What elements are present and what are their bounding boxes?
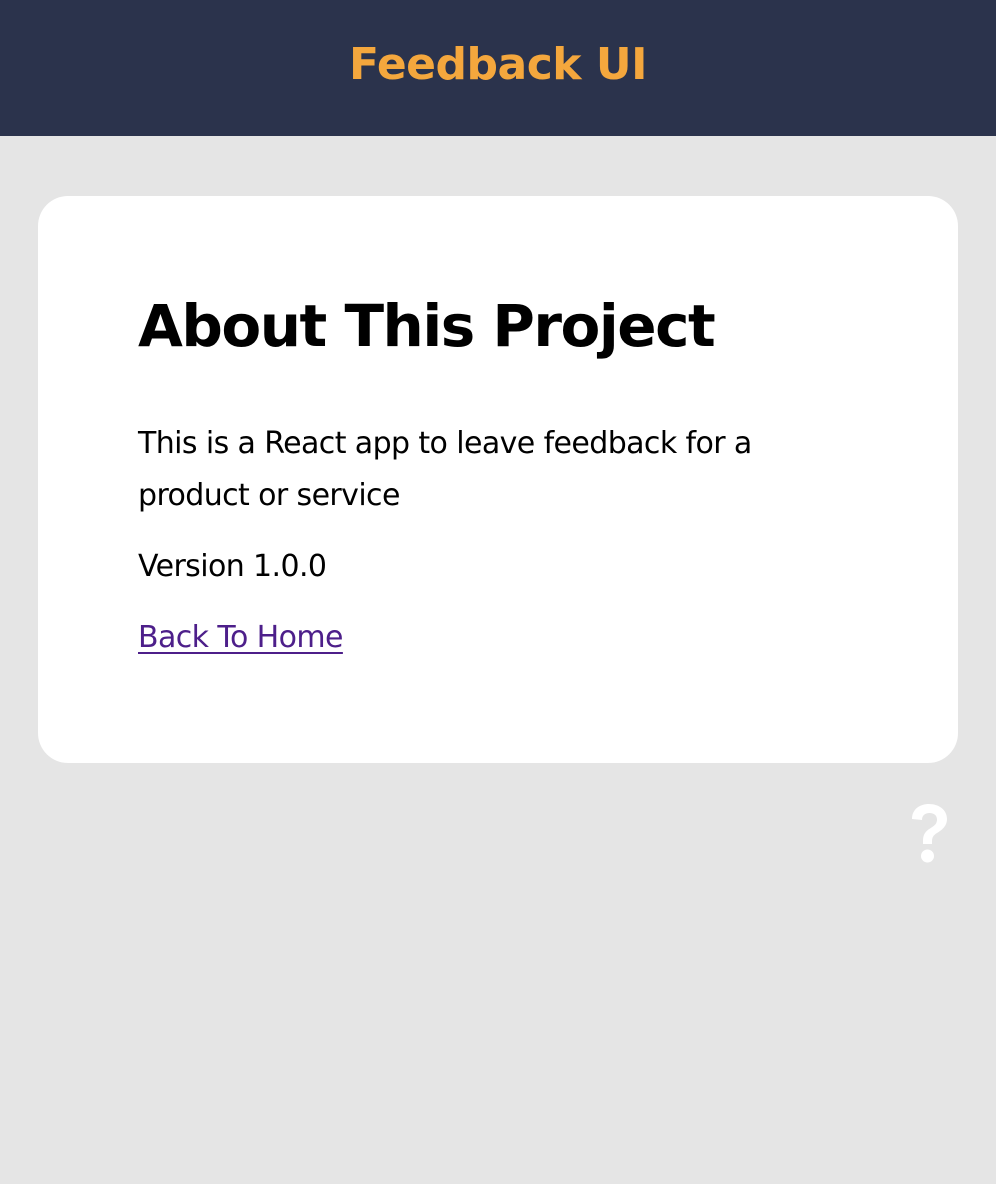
project-description: This is a React app to leave feedback fo… — [138, 426, 752, 513]
about-link[interactable] — [900, 800, 958, 866]
back-to-home-link[interactable]: Back To Home — [138, 612, 343, 664]
page-title: About This Project — [138, 292, 716, 360]
app-title: Feedback UI — [349, 39, 647, 90]
question-icon — [912, 804, 947, 863]
app-header: Feedback UI — [0, 0, 996, 136]
about-card: About This Project This is a React app t… — [38, 196, 958, 763]
version-text: Version 1.0.0 — [138, 549, 327, 584]
